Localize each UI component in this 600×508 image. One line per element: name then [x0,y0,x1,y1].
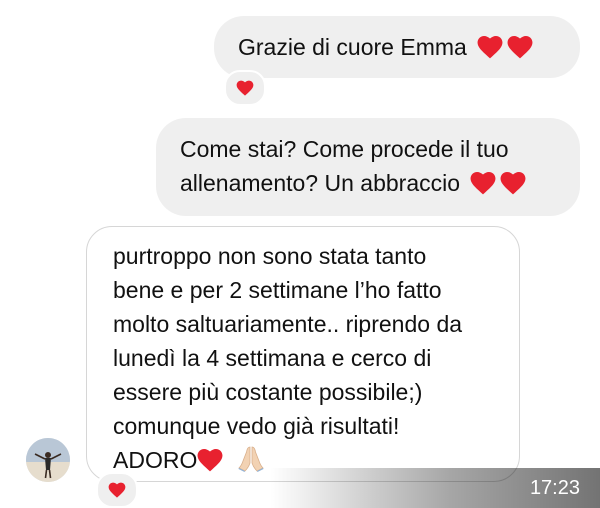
heart-icon [470,171,496,195]
timestamp: 17:23 [529,477,580,499]
reaction-badge[interactable] [224,70,266,106]
message-text: lunedì la 4 settimana e cerco di [113,345,432,371]
heart-icon [477,35,503,59]
message-bubble-outgoing[interactable]: Grazie di cuore Emma [214,16,580,78]
heart-icon [500,171,526,195]
message-text: allenamento? Un abbraccio [180,170,461,196]
message-text: comunque vedo già risultati! [113,413,400,439]
message-text: molto saltuariamente.. riprendo da [113,311,463,337]
message-text: bene e per 2 settimane l’ho fatto [113,277,442,303]
message-text: Come stai? Come procede il tuo [180,136,509,162]
status-overlay [0,468,600,508]
heart-icon [236,80,254,96]
message-bubble-outgoing[interactable]: Come stai? Come procede il tuo allenamen… [156,118,580,216]
message-text: essere più costante possibile;) [113,379,423,405]
message-bubble-incoming[interactable]: purtroppo non sono stata tanto bene e pe… [86,226,520,482]
heart-icon [507,35,533,59]
message-text: purtroppo non sono stata tanto [113,243,427,269]
message-text: Grazie di cuore Emma [238,34,467,60]
